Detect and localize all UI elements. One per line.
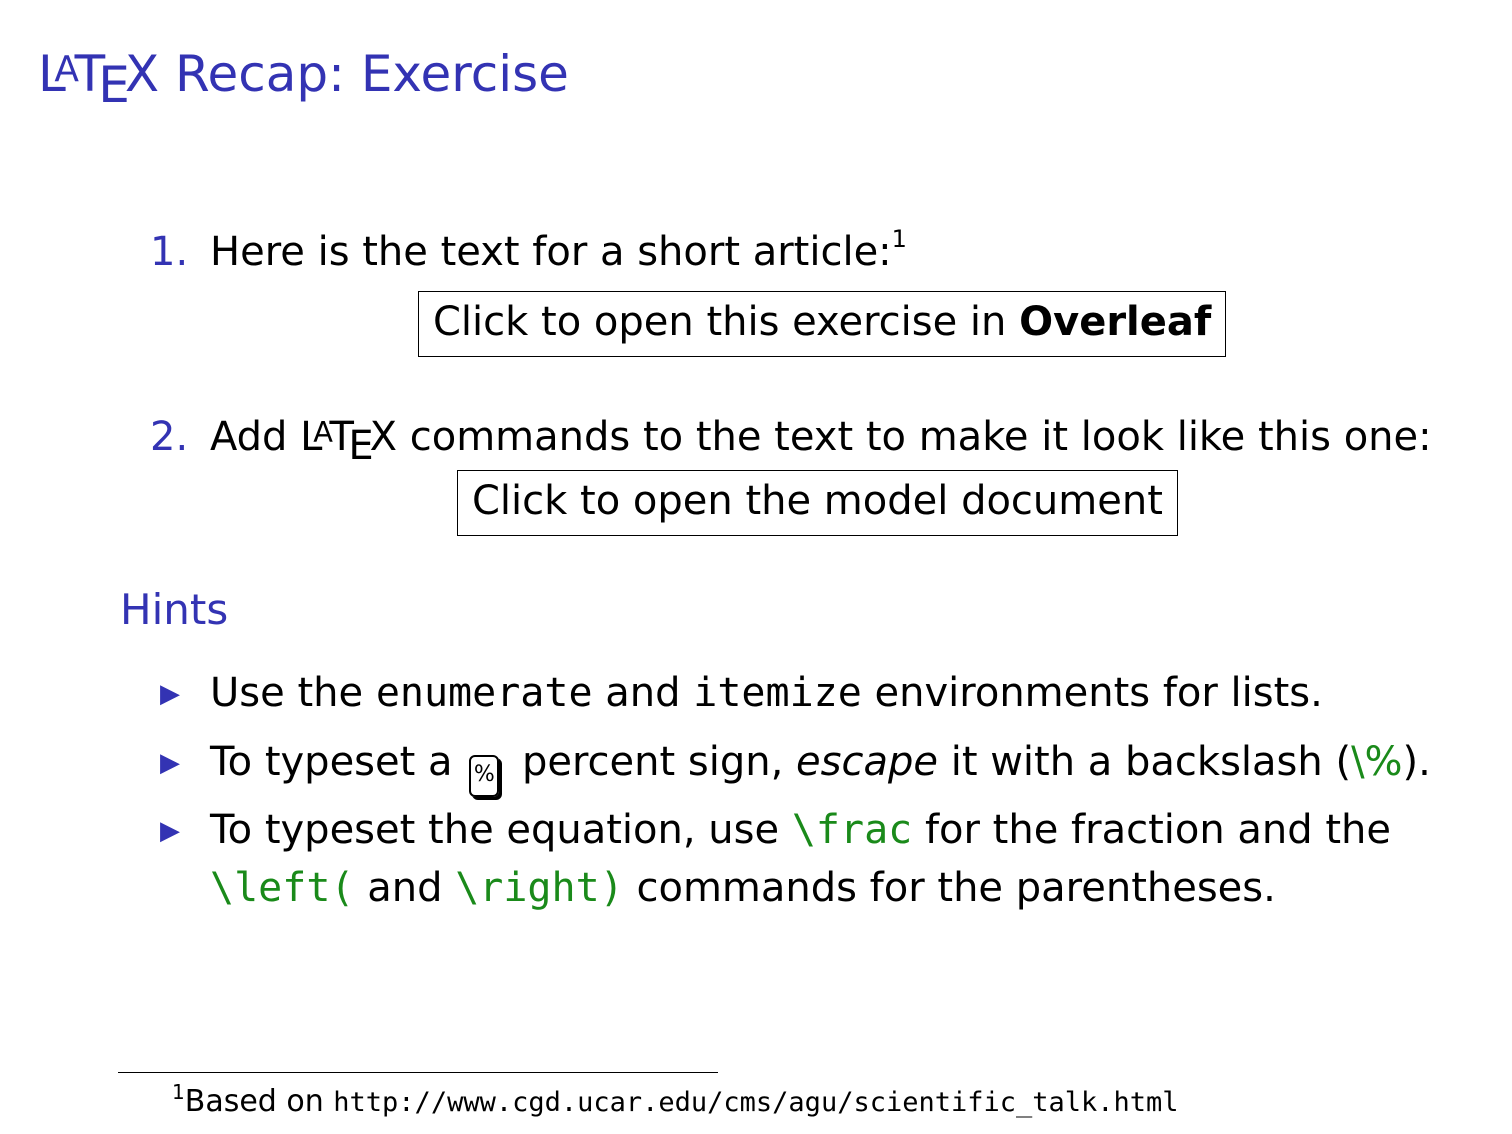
latex-logo: LATEX [38, 45, 160, 115]
triangle-bullet-icon: ▶ [160, 816, 180, 846]
open-model-document-link[interactable]: Click to open the model document [457, 470, 1178, 536]
code-left-paren: \left( [210, 865, 355, 911]
code-escaped-percent: \% [1351, 739, 1403, 785]
footnote-url-link[interactable]: http://www.cgd.ucar.edu/cms/agu/scientif… [333, 1087, 1178, 1118]
code-enumerate: enumerate [375, 670, 593, 716]
enum-text: Here is the text for a short article: [210, 229, 892, 275]
enum-prefix: Add [210, 414, 301, 461]
code-right-paren: \right) [455, 865, 624, 911]
hint-item-1: ▶ Use the enumerate and itemize environme… [160, 664, 1323, 723]
link-prefix: Click to open this exercise in [433, 299, 1020, 345]
footnote-number: 1 [172, 1080, 185, 1104]
footnote-mark[interactable]: 1 [892, 225, 907, 253]
enum-number: 1. [150, 229, 189, 275]
hints-heading: Hints [120, 585, 229, 634]
title-text: Recap: Exercise [159, 45, 569, 104]
enum-item-2: 2. Add LATEX commands to the text to make… [150, 406, 1432, 472]
code-frac: \frac [791, 807, 913, 853]
code-itemize: itemize [693, 670, 862, 716]
hint-item-3-continued: \left( and \right) commands for the pare… [210, 865, 1276, 911]
link-text: Click to open the model document [472, 478, 1163, 524]
enum-suffix: commands to the text to make it look lik… [397, 414, 1432, 461]
hint-item-3: ▶ To typeset the equation, use \frac for … [160, 801, 1391, 860]
percent-key-icon: % [469, 755, 500, 797]
page-title: LATEX Recap: Exercise [38, 38, 569, 117]
latex-logo: LATEX [300, 414, 398, 469]
triangle-bullet-icon: ▶ [160, 679, 180, 709]
open-exercise-overleaf-link[interactable]: Click to open this exercise in Overleaf [418, 291, 1227, 357]
hint-item-2: ▶ To typeset a % percent sign, escape it … [160, 733, 1431, 797]
footnote: 1Based on http://www.cgd.ucar.edu/cms/ag… [172, 1080, 1179, 1119]
enum-number: 2. [150, 414, 189, 461]
escape-emphasis: escape [796, 739, 938, 785]
enum-item-1: 1. Here is the text for a short article:1 [150, 226, 907, 278]
triangle-bullet-icon: ▶ [160, 748, 180, 778]
overleaf-label: Overleaf [1019, 299, 1212, 345]
footnote-rule [118, 1072, 718, 1073]
